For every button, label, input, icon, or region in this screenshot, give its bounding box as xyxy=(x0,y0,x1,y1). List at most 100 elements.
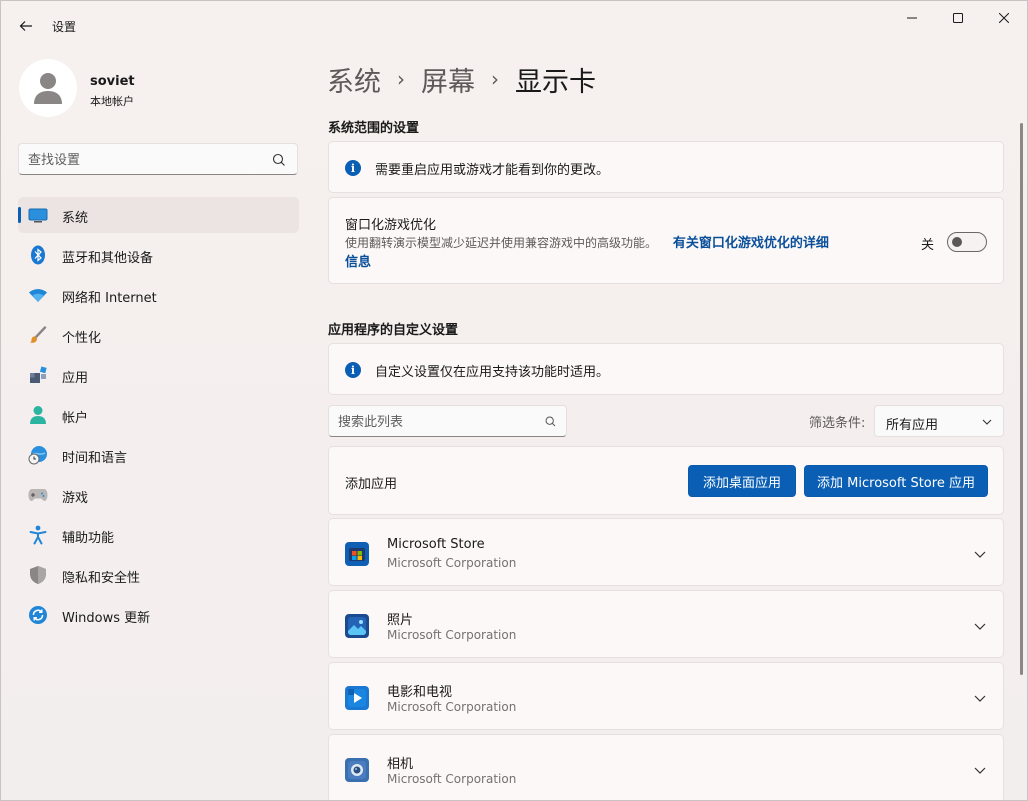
scrollbar[interactable] xyxy=(1020,123,1023,675)
app-info-card: i 自定义设置仅在应用支持该功能时适用。 xyxy=(328,343,1004,395)
system-icon xyxy=(28,205,48,225)
app-publisher: Microsoft Corporation xyxy=(387,556,517,570)
breadcrumb-separator: › xyxy=(397,67,405,91)
apps-icon xyxy=(28,365,48,385)
breadcrumb-separator: › xyxy=(491,67,499,91)
close-icon xyxy=(999,13,1009,23)
app-name: 相机 xyxy=(387,757,414,772)
learn-more-link[interactable]: 有关窗口化游戏优化的详细 xyxy=(673,236,829,251)
sidebar-item-windows-update[interactable]: Windows 更新 xyxy=(18,597,299,633)
maximize-icon xyxy=(953,13,963,23)
store-icon xyxy=(345,542,369,566)
chevron-down-icon[interactable] xyxy=(973,619,987,633)
app-row-movies-tv[interactable]: 电影和电视 Microsoft Corporation xyxy=(328,662,1004,730)
settings-search[interactable] xyxy=(18,143,298,175)
movies-icon xyxy=(345,686,369,710)
update-icon xyxy=(28,605,48,625)
restart-info-text: 需要重启应用或游戏才能看到你的更改。 xyxy=(375,163,610,178)
breadcrumb: 系统 › 屏幕 › 显示卡 xyxy=(327,59,596,99)
search-icon[interactable] xyxy=(544,415,557,428)
sidebar-item-accessibility[interactable]: 辅助功能 xyxy=(18,517,299,553)
back-button[interactable] xyxy=(11,11,41,41)
close-button[interactable] xyxy=(981,1,1027,35)
add-desktop-app-button[interactable]: 添加桌面应用 xyxy=(688,465,796,497)
sidebar-item-accounts[interactable]: 帐户 xyxy=(18,397,299,433)
sidebar-item-label: 游戏 xyxy=(62,491,89,506)
sidebar-item-system[interactable]: 系统 xyxy=(18,197,299,233)
sidebar-nav: 系统 蓝牙和其他设备 网络和 Internet 个性化 应用 帐户 时间和语言 … xyxy=(18,197,299,637)
add-store-app-button[interactable]: 添加 Microsoft Store 应用 xyxy=(804,465,988,497)
description-text: 使用翻转演示模型减少延迟并使用兼容游戏中的高级功能。 xyxy=(345,236,658,250)
sidebar-item-label: 隐私和安全性 xyxy=(62,571,141,586)
sidebar-item-time-language[interactable]: 时间和语言 xyxy=(18,437,299,473)
sidebar-item-label: 帐户 xyxy=(62,411,89,426)
app-publisher: Microsoft Corporation xyxy=(387,628,517,642)
app-row-microsoft-store[interactable]: Microsoft Store Microsoft Corporation xyxy=(328,518,1004,586)
chevron-down-icon[interactable] xyxy=(973,763,987,777)
chevron-down-icon[interactable] xyxy=(973,547,987,561)
minimize-button[interactable] xyxy=(889,1,935,35)
accessibility-icon xyxy=(28,525,48,545)
photos-icon xyxy=(345,614,369,638)
sidebar-item-bluetooth[interactable]: 蓝牙和其他设备 xyxy=(18,237,299,273)
maximize-button[interactable] xyxy=(935,1,981,35)
filter-value: 所有应用 xyxy=(886,418,939,433)
breadcrumb-system[interactable]: 系统 xyxy=(327,60,381,99)
sidebar-item-label: 个性化 xyxy=(62,331,102,346)
windowed-optimization-title: 窗口化游戏优化 xyxy=(345,218,437,233)
restart-info-card: i 需要重启应用或游戏才能看到你的更改。 xyxy=(328,141,1004,193)
sidebar-item-label: Windows 更新 xyxy=(62,611,151,626)
user-profile[interactable]: soviet 本地帐户 xyxy=(19,59,299,119)
account-type: 本地帐户 xyxy=(90,95,134,108)
bluetooth-icon xyxy=(28,245,48,265)
gamepad-icon xyxy=(28,485,48,505)
app-list-search-input[interactable] xyxy=(338,412,538,432)
user-avatar-icon xyxy=(34,73,62,104)
add-app-label: 添加应用 xyxy=(345,477,398,492)
filter-label: 筛选条件: xyxy=(809,416,866,431)
learn-more-link-cont[interactable]: 信息 xyxy=(345,255,371,270)
toggle-state-label: 关 xyxy=(921,238,935,253)
sidebar-item-label: 时间和语言 xyxy=(62,451,128,466)
sidebar-item-network[interactable]: 网络和 Internet xyxy=(18,277,299,313)
sidebar-item-label: 应用 xyxy=(62,371,89,386)
chevron-down-icon[interactable] xyxy=(973,691,987,705)
sidebar-item-personalization[interactable]: 个性化 xyxy=(18,317,299,353)
sidebar-item-label: 网络和 Internet xyxy=(62,291,157,306)
app-name: 照片 xyxy=(387,613,414,628)
system-settings-heading: 系统范围的设置 xyxy=(328,121,420,136)
app-row-photos[interactable]: 照片 Microsoft Corporation xyxy=(328,590,1004,658)
chevron-down-icon xyxy=(982,419,992,425)
sidebar-item-gaming[interactable]: 游戏 xyxy=(18,477,299,513)
app-list-search[interactable] xyxy=(328,405,567,437)
app-name: Microsoft Store xyxy=(387,537,485,552)
page-title: 显示卡 xyxy=(515,66,596,98)
app-publisher: Microsoft Corporation xyxy=(387,772,517,786)
user-name: soviet xyxy=(90,74,135,89)
sidebar-item-label: 辅助功能 xyxy=(62,531,115,546)
title-bar: 设置 xyxy=(1,1,1027,49)
filter-dropdown[interactable]: 所有应用 xyxy=(874,405,1004,437)
sidebar-item-privacy[interactable]: 隐私和安全性 xyxy=(18,557,299,593)
account-icon xyxy=(28,405,48,425)
avatar xyxy=(19,59,77,117)
settings-search-input[interactable] xyxy=(28,150,268,170)
windowed-optimization-card: 窗口化游戏优化 使用翻转演示模型减少延迟并使用兼容游戏中的高级功能。 有关窗口化… xyxy=(328,197,1004,284)
info-icon: i xyxy=(345,362,361,378)
minimize-icon xyxy=(907,17,917,19)
app-row-camera[interactable]: 相机 Microsoft Corporation xyxy=(328,734,1004,800)
wifi-icon xyxy=(28,285,48,305)
search-icon[interactable] xyxy=(271,152,287,168)
shield-icon xyxy=(28,565,48,585)
app-publisher: Microsoft Corporation xyxy=(387,700,517,714)
windowed-optimization-description: 使用翻转演示模型减少延迟并使用兼容游戏中的高级功能。 有关窗口化游戏优化的详细 … xyxy=(345,234,905,272)
globe-clock-icon xyxy=(28,445,48,465)
sidebar-item-apps[interactable]: 应用 xyxy=(18,357,299,393)
info-icon: i xyxy=(345,160,361,176)
breadcrumb-display[interactable]: 屏幕 xyxy=(421,60,475,99)
sidebar-item-label: 蓝牙和其他设备 xyxy=(62,251,154,266)
app-name: 电影和电视 xyxy=(387,685,453,700)
app-title: 设置 xyxy=(52,20,77,34)
settings-window: 设置 soviet 本地帐户 系统 xyxy=(0,0,1028,801)
windowed-optimization-toggle[interactable] xyxy=(947,232,987,252)
